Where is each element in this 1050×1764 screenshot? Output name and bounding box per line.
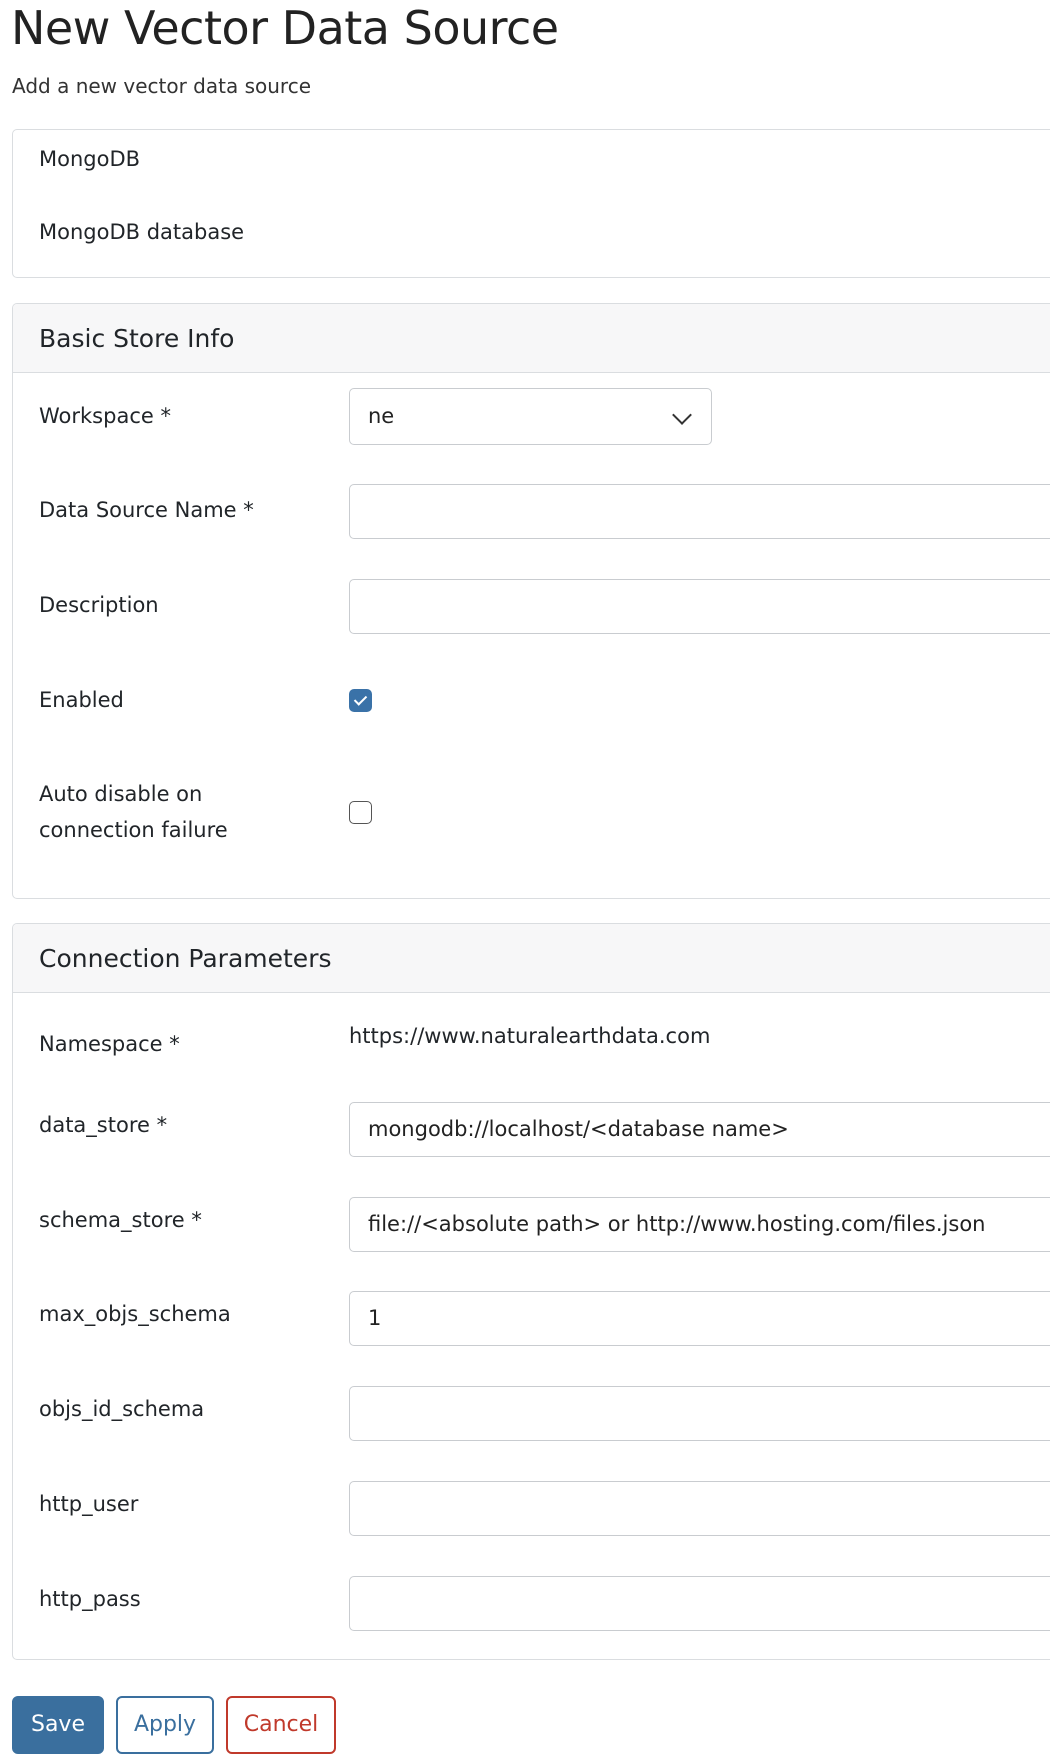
page-subtitle: Add a new vector data source xyxy=(12,74,312,98)
auto-disable-label-line1: Auto disable on xyxy=(39,782,203,806)
store-type-description: MongoDB database xyxy=(39,220,245,244)
cancel-button[interactable]: Cancel xyxy=(226,1696,336,1754)
schema-store-input[interactable]: file://<absolute path> or http://www.hos… xyxy=(349,1197,1050,1252)
basic-store-info-header: Basic Store Info xyxy=(13,304,1050,373)
apply-button[interactable]: Apply xyxy=(116,1696,214,1754)
data-store-label: data_store * xyxy=(39,1113,168,1137)
data-source-name-label: Data Source Name * xyxy=(39,498,254,522)
workspace-label: Workspace * xyxy=(39,404,171,428)
http-pass-input[interactable] xyxy=(349,1576,1050,1631)
connection-parameters-panel: Connection Parameters Namespace * https:… xyxy=(12,923,1050,1660)
description-input[interactable] xyxy=(349,579,1050,634)
objs-id-schema-input[interactable] xyxy=(349,1386,1050,1441)
page-title: New Vector Data Source xyxy=(11,1,559,55)
auto-disable-checkbox[interactable] xyxy=(349,801,372,824)
enabled-label: Enabled xyxy=(39,688,124,712)
objs-id-schema-label: objs_id_schema xyxy=(39,1397,205,1421)
chevron-down-icon xyxy=(672,405,692,425)
enabled-checkbox[interactable] xyxy=(349,689,372,712)
data-source-name-input[interactable] xyxy=(349,484,1050,539)
namespace-value: https://www.naturalearthdata.com xyxy=(349,1024,711,1048)
schema-store-label: schema_store * xyxy=(39,1208,202,1232)
save-button[interactable]: Save xyxy=(12,1696,104,1754)
data-store-input[interactable]: mongodb://localhost/<database name> xyxy=(349,1102,1050,1157)
http-user-input[interactable] xyxy=(349,1481,1050,1536)
description-label: Description xyxy=(39,593,159,617)
auto-disable-label-line2: connection failure xyxy=(39,818,228,842)
http-pass-label: http_pass xyxy=(39,1587,141,1611)
namespace-label: Namespace * xyxy=(39,1032,180,1056)
store-type-name: MongoDB xyxy=(39,147,141,171)
max-objs-schema-input[interactable]: 1 xyxy=(349,1291,1050,1346)
max-objs-schema-label: max_objs_schema xyxy=(39,1302,231,1326)
basic-store-info-panel: Basic Store Info Workspace * ne Data Sou… xyxy=(12,303,1050,899)
workspace-selected-value: ne xyxy=(368,404,395,428)
http-user-label: http_user xyxy=(39,1492,139,1516)
workspace-select[interactable]: ne xyxy=(349,388,712,445)
connection-parameters-header: Connection Parameters xyxy=(13,924,1050,993)
store-type-panel: MongoDB MongoDB database xyxy=(12,129,1050,278)
